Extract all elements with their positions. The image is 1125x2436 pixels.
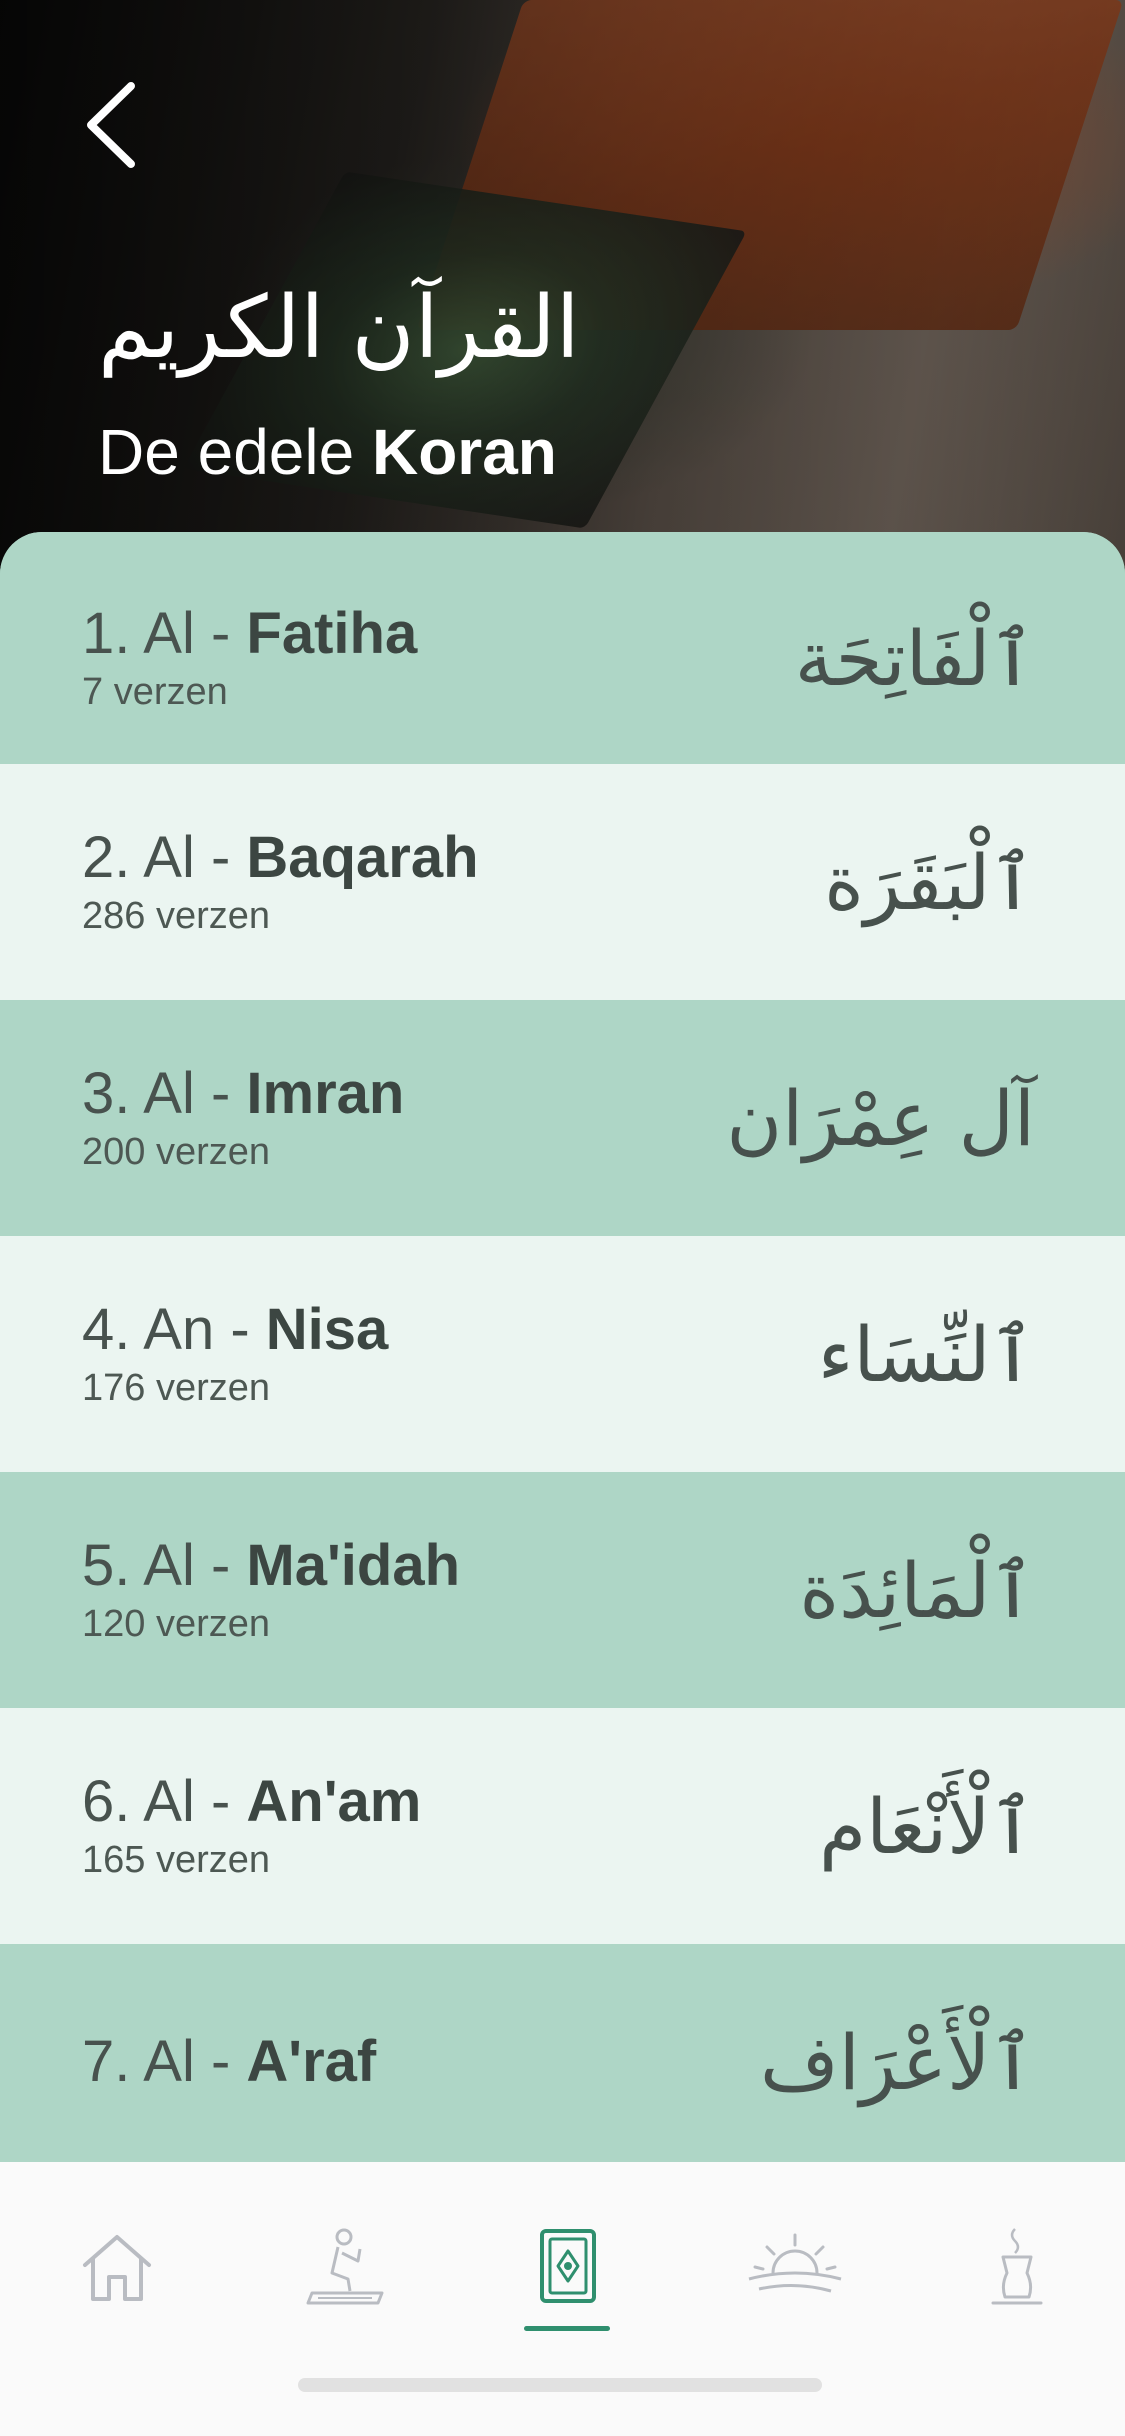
bottom-tab-bar — [0, 2162, 1125, 2436]
tab-tea[interactable] — [937, 2202, 1097, 2332]
sunrise-icon — [748, 2233, 842, 2293]
surah-name: 5. Al - Ma'idah — [82, 1533, 461, 1598]
surah-name: 7. Al - A'raf — [82, 2029, 377, 2094]
surah-name-arabic: ٱلْأَعْرَاف — [759, 2017, 1035, 2107]
verse-count: 7 verzen — [82, 671, 228, 713]
home-indicator — [298, 2378, 822, 2392]
tab-prayer[interactable] — [267, 2202, 427, 2332]
surah-name-arabic: ٱلنِّسَاء — [817, 1309, 1035, 1399]
page-title: De edele Koran — [98, 416, 557, 488]
chevron-left-icon — [87, 82, 135, 168]
surah-name: 3. Al - Imran — [82, 1061, 405, 1126]
tab-home[interactable] — [37, 2202, 197, 2332]
surah-name-arabic: ٱلْفَاتِحَة — [794, 613, 1035, 703]
surah-row-5[interactable]: 5. Al - Ma'idah 120 verzen ٱلْمَائِدَة — [0, 1472, 1125, 1708]
surah-row-1[interactable]: 1. Al - Fatiha 7 verzen ٱلْفَاتِحَة — [0, 532, 1125, 764]
surah-name-arabic: ٱلْبَقَرَة — [824, 837, 1035, 927]
verse-count: 200 verzen — [82, 1131, 271, 1173]
surah-list: 1. Al - Fatiha 7 verzen ٱلْفَاتِحَة 2. A… — [0, 532, 1125, 2162]
verse-count: 165 verzen — [82, 1839, 271, 1881]
prayer-icon — [306, 2228, 384, 2305]
tea-icon — [991, 2228, 1043, 2305]
surah-name-arabic: ٱلْأَنْعَام — [819, 1781, 1035, 1871]
surah-name-arabic: آل عِمْرَان — [726, 1073, 1035, 1163]
page-title-arabic: القرآن الكريم — [98, 278, 580, 378]
verse-count: 176 verzen — [82, 1367, 271, 1409]
verse-count: 286 verzen — [82, 895, 271, 937]
quran-icon — [540, 2229, 596, 2303]
surah-row-2[interactable]: 2. Al - Baqarah 286 verzen ٱلْبَقَرَة — [0, 764, 1125, 1000]
tab-quran[interactable] — [488, 2202, 648, 2332]
surah-row-3[interactable]: 3. Al - Imran 200 verzen آل عِمْرَان — [0, 1000, 1125, 1236]
active-tab-indicator — [524, 2326, 610, 2331]
surah-name: 6. Al - An'am — [82, 1769, 422, 1834]
back-button[interactable] — [70, 75, 150, 175]
surah-name: 1. Al - Fatiha — [82, 601, 418, 666]
verse-count: 120 verzen — [82, 1603, 271, 1645]
surah-name: 2. Al - Baqarah — [82, 825, 479, 890]
surah-name: 4. An - Nisa — [82, 1297, 389, 1362]
surah-row-7[interactable]: 7. Al - A'raf ٱلْأَعْرَاف — [0, 1944, 1125, 2162]
home-icon — [83, 2235, 151, 2301]
surah-row-4[interactable]: 4. An - Nisa 176 verzen ٱلنِّسَاء — [0, 1236, 1125, 1472]
header-banner: القرآن الكريم De edele Koran — [0, 0, 1125, 600]
tab-prayer-times[interactable] — [715, 2202, 875, 2332]
surah-row-6[interactable]: 6. Al - An'am 165 verzen ٱلْأَنْعَام — [0, 1708, 1125, 1944]
surah-name-arabic: ٱلْمَائِدَة — [799, 1545, 1035, 1635]
